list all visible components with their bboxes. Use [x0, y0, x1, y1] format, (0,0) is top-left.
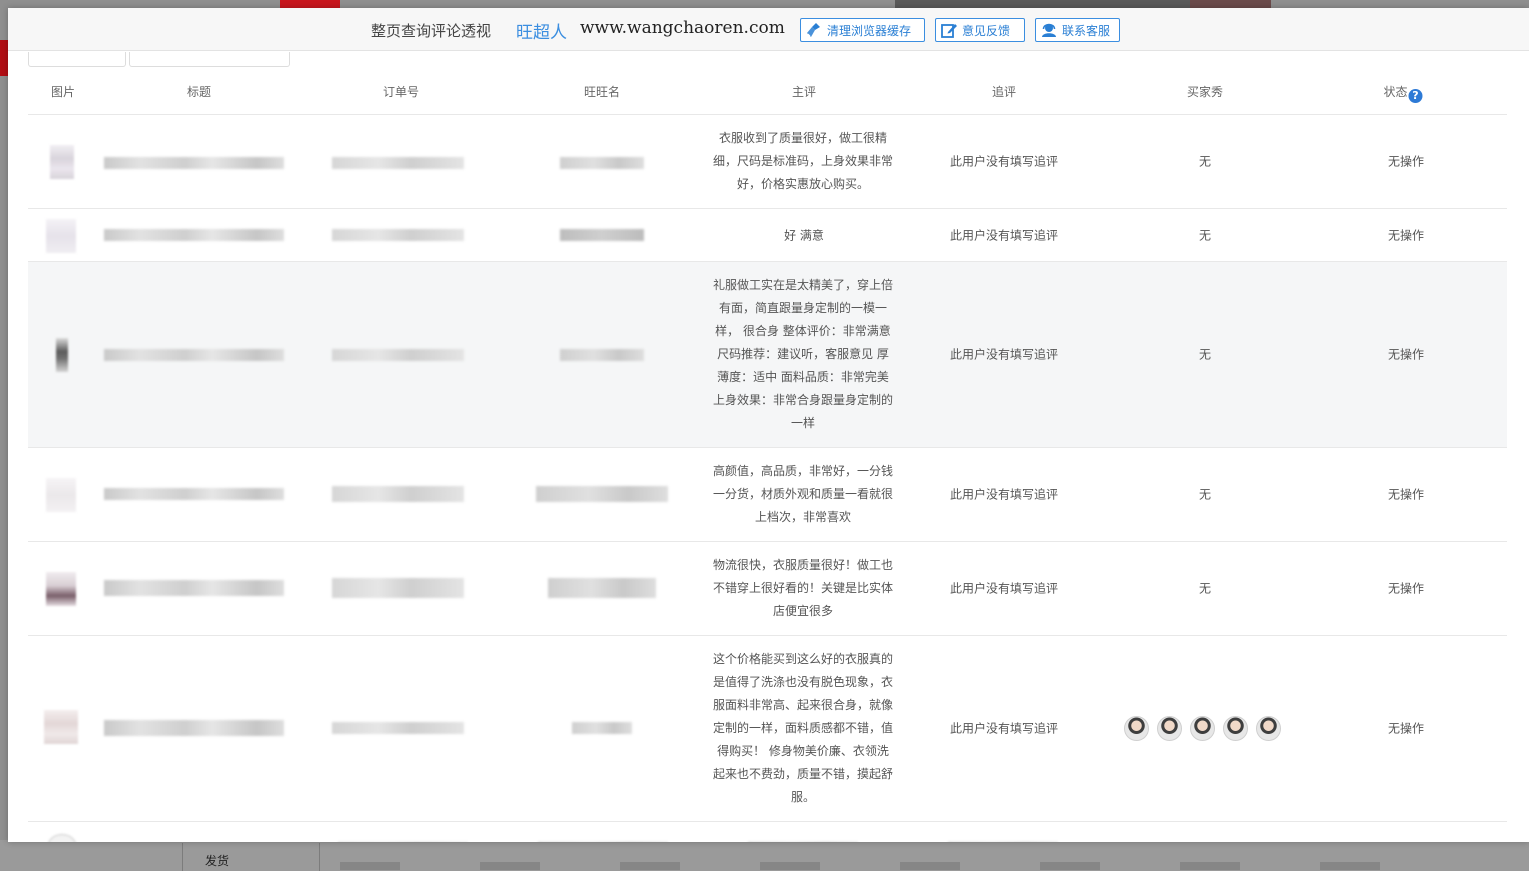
buyer-show-image[interactable]	[1124, 716, 1149, 741]
buyer-show-image[interactable]	[1190, 716, 1215, 741]
feedback-label: 意见反馈	[962, 23, 1011, 38]
buyer-show-text: 无	[1198, 347, 1212, 362]
table-row: 物流很快，衣服质量很好！做工也 不错穿上很好看的！关键是比实体 店便宜很多 此用…	[28, 542, 1507, 636]
wangwang-name-blurred	[560, 229, 644, 241]
backdrop-search-button	[1190, 0, 1271, 8]
header-status: 状态?	[1383, 83, 1423, 103]
review-table: 图片 标题 订单号 旺旺名 主评 追评 买家秀 状态? 衣服收到了质量很好，做工…	[28, 66, 1507, 842]
filter-select-2[interactable]	[129, 52, 290, 67]
main-review-text: 物流很快，衣服质量很好！做工也 不错穿上很好看的！关键是比实体 店便宜很多	[712, 558, 893, 618]
product-title-blurred[interactable]	[104, 349, 284, 361]
wangwang-name-blurred	[536, 486, 668, 502]
customer-service-label: 联系客服	[1062, 23, 1111, 38]
backdrop-header-strip	[280, 0, 340, 8]
product-title-blurred[interactable]	[104, 229, 284, 241]
main-review-text: 高颜值，高品质，非常好，一分钱 一分货，材质外观和质量一看就很 上档次，非常喜欢	[712, 464, 893, 524]
buyer-show-text: 无	[1198, 154, 1212, 169]
product-thumbnail[interactable]	[44, 710, 78, 744]
review-modal: 整页查询评论透视 旺超人 www.wangchaoren.com 清理浏览器缓存…	[8, 8, 1529, 842]
modal-title: 整页查询评论透视	[371, 22, 492, 40]
status-text: 无操作	[1387, 347, 1425, 362]
edit-icon	[941, 24, 957, 38]
main-review-text: 好 满意	[784, 228, 824, 243]
status-text: 无操作	[1387, 154, 1425, 169]
product-title-blurred[interactable]	[104, 488, 284, 500]
main-review-text: 这个价格能买到这么好的衣服真的 是值得了洗涤也没有脱色现象，衣 服面料非常高、起…	[712, 652, 893, 804]
buyer-show-image[interactable]	[1256, 716, 1281, 741]
product-thumbnail[interactable]	[46, 478, 76, 512]
table-row: 礼服做工实在是太精美了，穿上倍 有面，简直跟量身定制的一模一 样， 很合身 整体…	[28, 262, 1507, 448]
followup-text: 此用户没有填写追评	[949, 581, 1059, 596]
status-text: 无操作	[1387, 581, 1425, 596]
buyer-show-text: 无	[1198, 228, 1212, 243]
table-row: 高颜值，高品质，非常好，一分钱 一分货，材质外观和质量一看就很 上档次，非常喜欢…	[28, 448, 1507, 542]
feedback-button[interactable]: 意见反馈	[935, 18, 1025, 42]
followup-text: 此用户没有填写追评	[949, 154, 1059, 169]
table-header: 图片 标题 订单号 旺旺名 主评 追评 买家秀 状态?	[28, 66, 1507, 115]
table-row-partial	[28, 822, 1507, 842]
broom-icon	[807, 23, 820, 37]
product-title-blurred[interactable]	[104, 157, 284, 169]
status-text: 无操作	[1387, 228, 1425, 243]
header-wangwang: 旺旺名	[583, 85, 621, 99]
header-title: 标题	[186, 85, 212, 99]
brand-site: www.wangchaoren.com	[580, 18, 785, 38]
clear-cache-button[interactable]: 清理浏览器缓存	[800, 18, 925, 42]
header-image: 图片	[50, 85, 76, 99]
main-review-text: 衣服收到了质量很好，做工很精 细，尺码是标准码，上身效果非常 好，价格实惠放心购…	[712, 131, 893, 191]
help-icon[interactable]: ?	[1408, 89, 1423, 103]
backdrop-side-strip	[0, 40, 8, 76]
product-title-blurred[interactable]	[104, 720, 284, 736]
status-text: 无操作	[1387, 721, 1425, 736]
wangwang-name-blurred	[572, 722, 632, 734]
table-row: 衣服收到了质量很好，做工很精 细，尺码是标准码，上身效果非常 好，价格实惠放心购…	[28, 115, 1507, 209]
wangwang-name-blurred	[560, 157, 644, 169]
filter-select-1[interactable]	[28, 52, 126, 67]
order-number-blurred	[332, 157, 464, 169]
table-row: 这个价格能买到这么好的衣服真的 是值得了洗涤也没有脱色现象，衣 服面料非常高、起…	[28, 636, 1507, 822]
status-text: 无操作	[1387, 487, 1425, 502]
table-row: 好 满意 此用户没有填写追评 无 无操作	[28, 209, 1507, 262]
header-order: 订单号	[382, 85, 420, 99]
main-review-text: 礼服做工实在是太精美了，穿上倍 有面，简直跟量身定制的一模一 样， 很合身 整体…	[712, 278, 893, 430]
buyer-show-text: 无	[1198, 487, 1212, 502]
modal-topbar: 整页查询评论透视 旺超人 www.wangchaoren.com 清理浏览器缓存…	[8, 8, 1529, 51]
followup-text: 此用户没有填写追评	[949, 347, 1059, 362]
customer-service-button[interactable]: 联系客服	[1035, 18, 1120, 42]
followup-text: 此用户没有填写追评	[949, 721, 1059, 736]
brand-name: 旺超人	[516, 23, 567, 43]
followup-text: 此用户没有填写追评	[949, 487, 1059, 502]
order-number-blurred	[332, 578, 464, 598]
order-number-blurred	[332, 486, 464, 502]
wangwang-name-blurred	[560, 349, 644, 361]
order-number-blurred	[332, 349, 464, 361]
followup-text: 此用户没有填写追评	[949, 228, 1059, 243]
product-thumbnail[interactable]	[56, 338, 68, 372]
header-buyer-show: 买家秀	[1186, 85, 1224, 99]
buyer-show-image[interactable]	[1157, 716, 1182, 741]
order-number-blurred	[332, 229, 464, 241]
header-main-review: 主评	[791, 85, 817, 99]
order-number-blurred	[332, 722, 464, 734]
headset-icon	[1042, 23, 1056, 37]
product-title-blurred[interactable]	[104, 580, 284, 596]
product-thumbnail[interactable]	[50, 145, 74, 179]
wangwang-name-blurred	[548, 578, 656, 598]
header-status-label: 状态	[1383, 85, 1408, 99]
product-thumbnail[interactable]	[46, 572, 76, 606]
header-followup: 追评	[991, 85, 1017, 99]
buyer-show-image[interactable]	[1223, 716, 1248, 741]
backdrop-order-row	[340, 862, 1400, 870]
backdrop-menu-ship[interactable]: 发货	[182, 843, 320, 871]
clear-cache-label: 清理浏览器缓存	[827, 23, 912, 38]
buyer-show-text: 无	[1198, 581, 1212, 596]
product-thumbnail[interactable]	[46, 219, 76, 253]
product-thumbnail[interactable]	[48, 834, 76, 842]
